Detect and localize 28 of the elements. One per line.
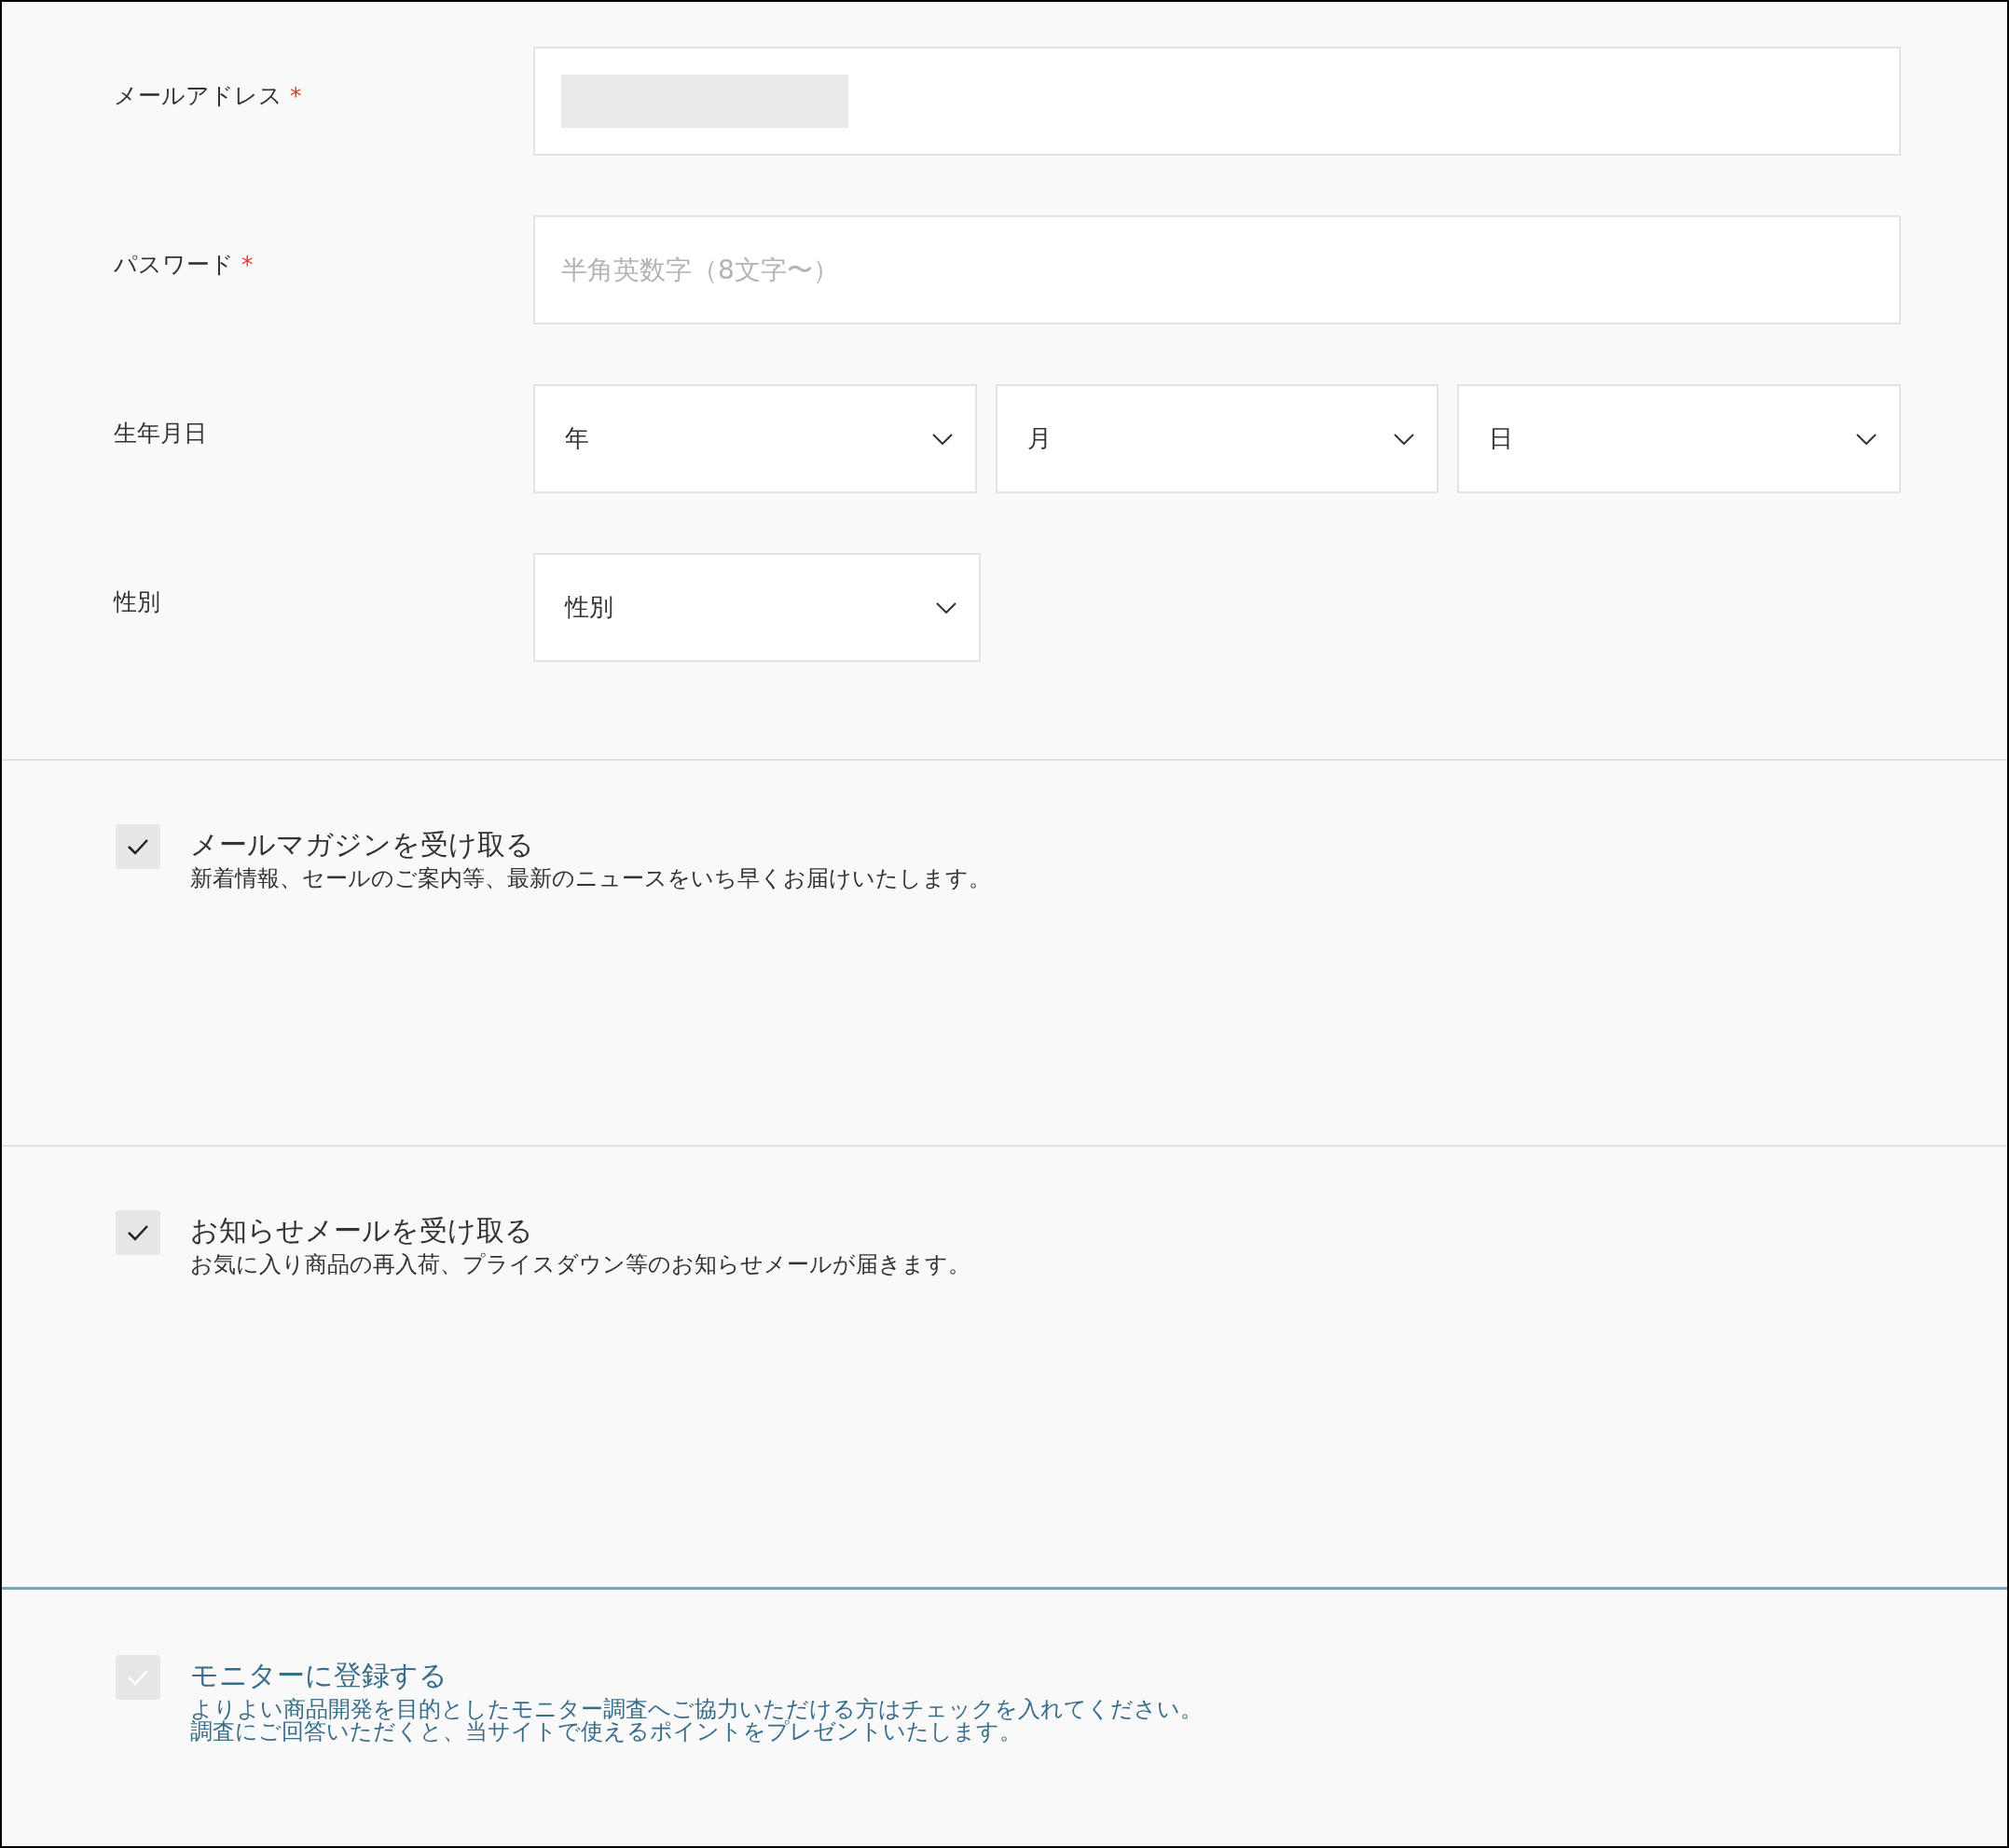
option-title[interactable]: モニターに登録する [190,1659,1203,1692]
checkbox[interactable] [116,824,160,869]
option-description: お気に入り商品の再入荷、プライスダウン等のお知らせメールが届きます。 [190,1253,970,1276]
input-field[interactable] [533,47,1901,156]
field-label: 生年月日 [114,419,207,448]
select-dropdown[interactable]: 性別 [533,553,981,662]
select-dropdown[interactable]: 年 [533,384,977,493]
field-label: パスワード [114,250,234,280]
check-icon [127,1224,149,1241]
option-title[interactable]: お知らせメールを受け取る [190,1214,970,1248]
chevron-down-icon [1856,433,1877,445]
field-label: メールアドレス [114,81,282,111]
checkbox[interactable] [116,1210,160,1255]
check-icon [127,1669,149,1686]
option-description: よりよい商品開発を目的としたモニター調査へご協力いただける方はチェックを入れてください。 調査にご回答いただくと、当サイトで使えるポイントをプレゼントいたします。 [190,1698,1203,1743]
select-dropdown[interactable]: 日 [1457,384,1901,493]
field-label: 性別 [114,587,160,617]
chevron-down-icon [1394,433,1415,445]
input-field[interactable]: 半角英数字（8文字〜） [533,215,1901,324]
required-mark: * [290,81,302,111]
checkbox[interactable] [116,1655,160,1700]
chevron-down-icon [931,433,953,445]
required-mark: * [241,250,254,280]
select-dropdown[interactable]: 月 [995,384,1439,493]
chevron-down-icon [936,601,956,614]
option-description: 新着情報、セールのご案内等、最新のニュースをいち早くお届けいたします。 [190,867,991,890]
option-title[interactable]: メールマガジンを受け取る [190,828,991,862]
check-icon [127,838,149,855]
